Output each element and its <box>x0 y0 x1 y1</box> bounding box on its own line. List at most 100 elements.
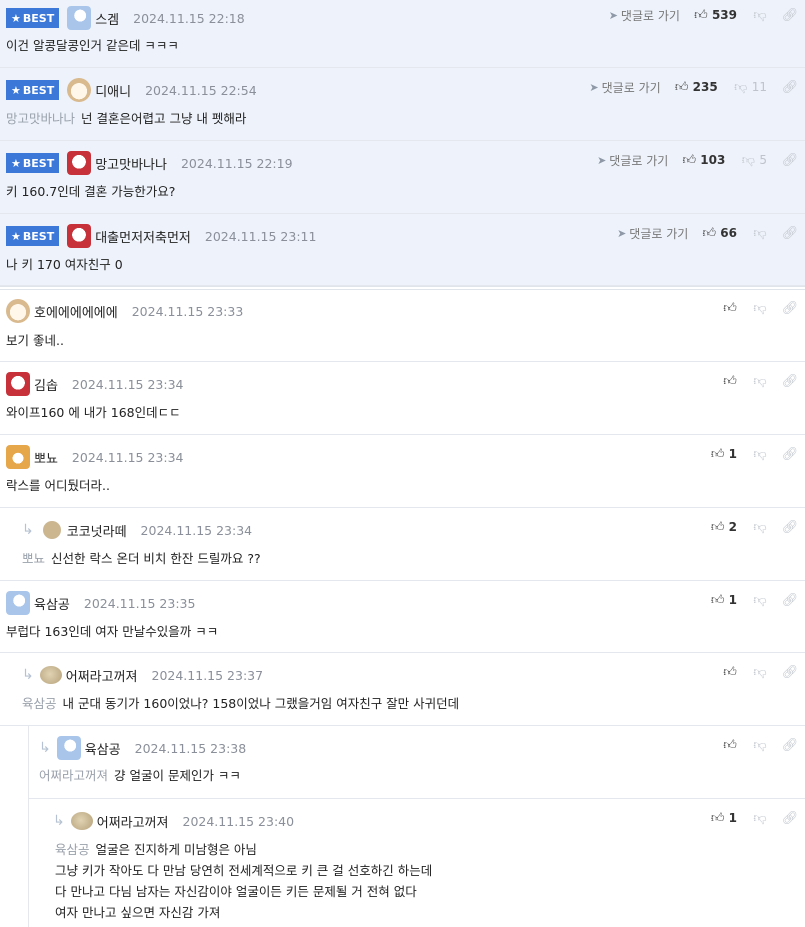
thumbs-up-icon[interactable]: 👍︎ <box>723 374 737 389</box>
comment-date: 2024.11.15 23:38 <box>134 740 247 756</box>
like-count: 539 <box>711 8 737 22</box>
comment: 호에에에에에에 2024.11.15 23:33 👍︎ 👎︎ 🔗︎ 보기 좋네.… <box>0 290 805 362</box>
comment-author[interactable]: 디애니 <box>95 81 131 100</box>
comment-author[interactable]: 김솝 <box>34 375 58 394</box>
comment-date: 2024.11.15 22:54 <box>145 82 257 98</box>
thumbs-down-icon[interactable]: 👎︎ <box>753 520 767 535</box>
comment-text: 와이프160 에 내가 168인데ㄷㄷ <box>6 405 181 420</box>
goto-comment-link[interactable]: ➤ 댓글로 가기 <box>589 79 660 96</box>
thumbs-down-icon[interactable]: 👎︎ <box>734 80 748 95</box>
thumbs-down-icon[interactable]: 👎︎ <box>741 153 755 168</box>
avatar[interactable] <box>6 445 30 469</box>
avatar[interactable] <box>42 521 61 539</box>
mention[interactable]: 뽀뇨 <box>22 551 45 566</box>
thumbs-down-icon[interactable]: 👎︎ <box>753 374 767 389</box>
thumbs-down-icon[interactable]: 👎︎ <box>753 811 767 826</box>
link-icon[interactable]: 🔗︎ <box>782 447 799 462</box>
thumbs-up-icon[interactable]: 👍︎ <box>723 665 737 680</box>
thumbs-up-icon[interactable]: 👍︎ <box>711 447 725 462</box>
link-icon[interactable]: 🔗︎ <box>782 374 799 389</box>
comment-author[interactable]: 육삼공 <box>85 739 121 758</box>
thumbs-up-icon[interactable]: 👍︎ <box>675 80 689 95</box>
thumbs-up-icon[interactable]: 👍︎ <box>723 301 737 316</box>
comment: 김솝 2024.11.15 23:34 👍︎ 👎︎ 🔗︎ 와이프160 에 내가… <box>0 362 805 435</box>
mention[interactable]: 어쩌라고꺼져 <box>39 768 108 783</box>
comment-text: 부럽다 163인데 여자 만날수있을까 ㅋㅋ <box>6 624 219 639</box>
thumbs-down-icon[interactable]: 👎︎ <box>753 738 767 753</box>
comment-text: 어쩌라고꺼져 걍 얼굴이 문제인가 ㅋㅋ <box>39 768 241 783</box>
thumbs-down-icon[interactable]: 👎︎ <box>753 447 767 462</box>
comment-author[interactable]: 호에에에에에에 <box>34 302 118 321</box>
link-icon[interactable]: 🔗︎ <box>782 593 799 608</box>
thumbs-down-icon[interactable]: 👎︎ <box>753 665 767 680</box>
reply-comment: ↳ 육삼공 2024.11.15 23:38 👍︎ 👎︎ 🔗︎ 어쩌라고꺼져 걍 … <box>28 726 805 799</box>
avatar[interactable] <box>67 6 92 30</box>
comment-author[interactable]: 어쩌라고꺼져 <box>66 666 138 685</box>
comment-author[interactable]: 뽀뇨 <box>34 448 58 467</box>
avatar[interactable] <box>67 224 92 248</box>
thumbs-down-icon[interactable]: 👎︎ <box>753 593 767 608</box>
avatar[interactable] <box>56 736 81 760</box>
link-icon[interactable]: 🔗︎ <box>782 665 799 680</box>
star-icon: ★ <box>11 156 21 170</box>
thumbs-up-icon[interactable]: 👍︎ <box>682 153 697 168</box>
avatar[interactable] <box>6 299 30 323</box>
avatar[interactable] <box>67 151 92 175</box>
comment-author[interactable]: 어쩌라고꺼져 <box>97 812 169 831</box>
comment-date: 2024.11.15 23:34 <box>140 522 253 538</box>
goto-comment-link[interactable]: ➤ 댓글로 가기 <box>617 225 688 242</box>
reply-comment: ↳ 어쩌라고꺼져 2024.11.15 23:40 👍︎ 1 👎︎ 🔗︎ 육삼공 얼… <box>28 799 805 927</box>
comment-author[interactable]: 망고맛바나나 <box>95 154 167 173</box>
star-icon: ★ <box>11 11 21 25</box>
reply-arrow-icon: ↳ <box>53 813 65 829</box>
comment-date: 2024.11.15 22:18 <box>133 10 245 26</box>
thumbs-down-icon[interactable]: 👎︎ <box>753 226 767 241</box>
avatar[interactable] <box>67 78 92 102</box>
like-count: 66 <box>720 226 737 240</box>
reply-comment: ↳ 코코넛라떼 2024.11.15 23:34 👍︎ 2 👎︎ 🔗︎ 뽀뇨 신선한… <box>0 508 805 581</box>
thumbs-up-icon[interactable]: 👍︎ <box>711 593 725 608</box>
goto-comment-link[interactable]: ➤ 댓글로 가기 <box>609 7 680 24</box>
best-comment: ★ BEST 디애니 2024.11.15 22:54 ➤ 댓글로 가기 👍︎ 235… <box>0 68 805 141</box>
comment-date: 2024.11.15 22:19 <box>180 155 293 171</box>
thumbs-down-icon[interactable]: 👎︎ <box>753 301 767 316</box>
thumbs-up-icon[interactable]: 👍︎ <box>711 811 725 826</box>
avatar[interactable] <box>70 812 93 830</box>
avatar[interactable] <box>6 372 30 396</box>
comment-date: 2024.11.15 23:40 <box>182 813 295 829</box>
link-icon[interactable]: 🔗︎ <box>782 226 799 241</box>
mention[interactable]: 육삼공 <box>55 842 90 857</box>
link-icon[interactable]: 🔗︎ <box>782 301 799 316</box>
comment-author[interactable]: 육삼공 <box>34 594 70 613</box>
mention[interactable]: 망고맛바나나 <box>6 111 75 126</box>
link-icon[interactable]: 🔗︎ <box>782 811 799 826</box>
like-count: 1 <box>728 811 737 825</box>
thumbs-up-icon[interactable]: 👍︎ <box>694 8 708 23</box>
like-count: 1 <box>728 593 737 607</box>
reply-arrow-icon: ↳ <box>39 740 51 756</box>
avatar[interactable] <box>6 591 30 615</box>
thumbs-up-icon[interactable]: 👍︎ <box>711 520 725 535</box>
arrow-icon: ➤ <box>589 80 599 94</box>
link-icon[interactable]: 🔗︎ <box>782 153 799 168</box>
like-count: 103 <box>700 153 726 167</box>
thumbs-down-icon[interactable]: 👎︎ <box>753 8 767 23</box>
link-icon[interactable]: 🔗︎ <box>782 80 799 95</box>
comment-text: 뽀뇨 신선한 락스 온더 비치 한잔 드릴까요 ?? <box>22 551 261 566</box>
thumbs-up-icon[interactable]: 👍︎ <box>723 738 737 753</box>
comment-author[interactable]: 스겜 <box>95 9 119 28</box>
best-comment: ★ BEST 대출먼저저축먼저 2024.11.15 23:11 ➤ 댓글로 가기 … <box>0 214 805 286</box>
comment-text-line: 여자 만나고 싶으면 자신감 가져 <box>55 905 221 920</box>
comment-author[interactable]: 대출먼저저축먼저 <box>95 227 191 246</box>
comment-author[interactable]: 코코넛라떼 <box>67 521 127 540</box>
comment-date: 2024.11.15 23:34 <box>71 449 184 465</box>
goto-comment-link[interactable]: ➤ 댓글로 가기 <box>597 152 668 169</box>
link-icon[interactable]: 🔗︎ <box>782 520 799 535</box>
comment: 육삼공 2024.11.15 23:35 👍︎ 1 👎︎ 🔗︎ 부럽다 163인데… <box>0 581 805 653</box>
link-icon[interactable]: 🔗︎ <box>782 738 799 753</box>
dislike-count: 5 <box>759 153 767 167</box>
link-icon[interactable]: 🔗︎ <box>782 8 799 23</box>
avatar[interactable] <box>39 666 62 684</box>
mention[interactable]: 육삼공 <box>22 696 57 711</box>
thumbs-up-icon[interactable]: 👍︎ <box>702 226 717 241</box>
